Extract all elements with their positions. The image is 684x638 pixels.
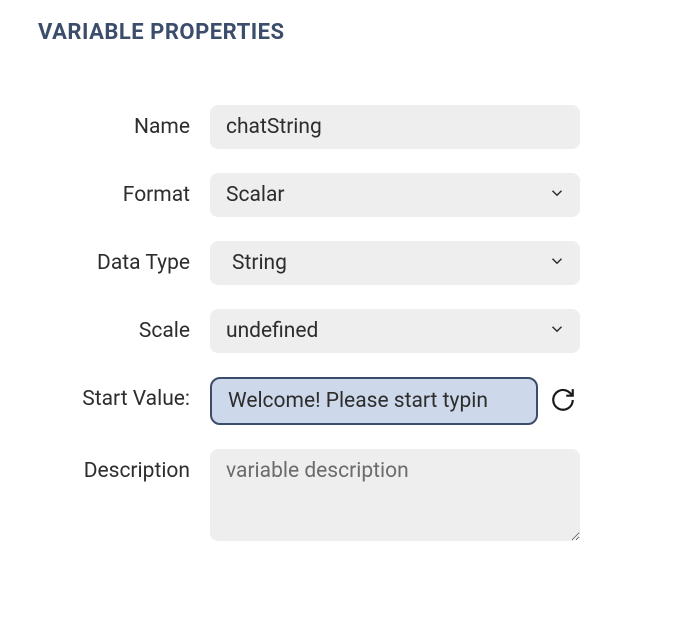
- data-type-label: Data Type: [30, 241, 210, 275]
- scale-label: Scale: [30, 309, 210, 343]
- scale-select[interactable]: undefined: [210, 309, 580, 353]
- name-input[interactable]: [210, 105, 580, 149]
- refresh-icon: [550, 387, 576, 416]
- start-value-label: Start Value:: [30, 377, 210, 411]
- format-row: Format Scalar: [30, 173, 654, 217]
- format-label: Format: [30, 173, 210, 207]
- panel-title: VARIABLE PROPERTIES: [38, 20, 654, 45]
- description-label: Description: [30, 449, 210, 483]
- data-type-select[interactable]: String: [210, 241, 580, 285]
- description-row: Description: [30, 449, 654, 541]
- name-row: Name: [30, 105, 654, 149]
- name-label: Name: [30, 105, 210, 139]
- data-type-row: Data Type String: [30, 241, 654, 285]
- start-value-row: Start Value:: [30, 377, 654, 425]
- start-value-input[interactable]: [210, 377, 538, 425]
- format-select[interactable]: Scalar: [210, 173, 580, 217]
- reset-button[interactable]: [546, 383, 580, 420]
- description-textarea[interactable]: [210, 449, 580, 541]
- scale-row: Scale undefined: [30, 309, 654, 353]
